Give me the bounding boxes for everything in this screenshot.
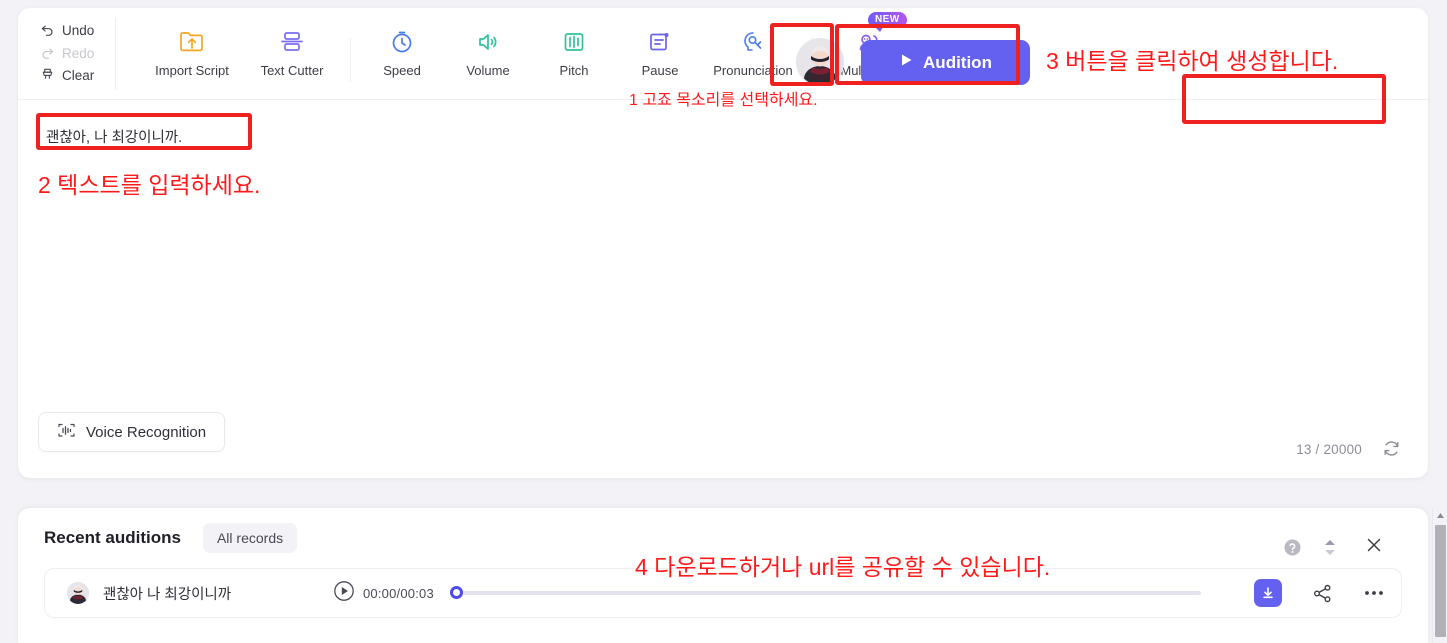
audition-label: Audition bbox=[923, 52, 992, 72]
download-button[interactable] bbox=[1254, 579, 1282, 607]
volume-button[interactable]: Volume bbox=[445, 18, 531, 78]
char-count: 13 / 20000 bbox=[1296, 442, 1362, 457]
row-actions bbox=[1254, 579, 1385, 607]
editor-card: Undo Redo Clear Import Script Text Cutte… bbox=[18, 8, 1428, 478]
text-cutter-label: Text Cutter bbox=[260, 62, 324, 78]
text-cutter-icon bbox=[279, 28, 305, 56]
folder-upload-icon bbox=[178, 28, 206, 56]
text-cutter-button[interactable]: Text Cutter bbox=[242, 18, 342, 78]
pronunciation-icon bbox=[740, 28, 766, 56]
pause-doc-icon bbox=[647, 28, 673, 56]
audition-button[interactable]: Audition bbox=[861, 40, 1030, 85]
pitch-label: Pitch bbox=[559, 62, 589, 78]
voice-recognition-label: Voice Recognition bbox=[86, 423, 207, 441]
share-button[interactable] bbox=[1312, 583, 1333, 604]
undo-icon bbox=[40, 22, 55, 40]
import-script-button[interactable]: Import Script bbox=[142, 18, 242, 78]
time-label: 00:00/00:03 bbox=[363, 585, 434, 601]
share-icon bbox=[1314, 584, 1331, 602]
volume-icon bbox=[475, 28, 501, 56]
script-editor-area[interactable]: 괜찮아, 나 최강이니까. Voice Recognition 13 / 200… bbox=[18, 100, 1428, 477]
speed-button[interactable]: Speed bbox=[359, 18, 445, 78]
import-script-label: Import Script bbox=[155, 62, 229, 78]
clear-button[interactable]: Clear bbox=[40, 67, 115, 85]
annotation-1: 1 고죠 목소리를 선택하세요. bbox=[629, 92, 818, 109]
pitch-button[interactable]: Pitch bbox=[531, 18, 617, 78]
pause-label: Pause bbox=[641, 62, 679, 78]
ellipsis-icon bbox=[1365, 591, 1383, 595]
redo-label: Redo bbox=[62, 45, 95, 61]
annotation-4: 4 다운로드하거나 url를 공유할 수 있습니다. bbox=[635, 554, 1051, 580]
toolbar-divider-1 bbox=[350, 37, 351, 82]
annotation-2: 2 텍스트를 입력하세요. bbox=[38, 172, 261, 198]
import-tools-group: Import Script Text Cutter bbox=[142, 18, 342, 90]
close-icon[interactable] bbox=[1364, 535, 1384, 560]
volume-label: Volume bbox=[466, 62, 510, 78]
play-button[interactable] bbox=[333, 580, 355, 607]
new-badge: NEW bbox=[868, 11, 907, 32]
undo-label: Undo bbox=[62, 23, 95, 39]
all-records-button[interactable]: All records bbox=[202, 523, 298, 553]
row-avatar bbox=[67, 582, 89, 604]
speed-icon bbox=[389, 28, 415, 56]
undo-button[interactable]: Undo bbox=[40, 22, 115, 40]
download-icon bbox=[1263, 587, 1273, 599]
avatar[interactable] bbox=[796, 38, 844, 86]
vertical-scrollbar[interactable] bbox=[1432, 508, 1447, 643]
help-icon[interactable] bbox=[1283, 538, 1302, 562]
pitch-icon bbox=[561, 28, 587, 56]
panel-title: Recent auditions bbox=[44, 528, 181, 547]
seek-knob[interactable] bbox=[450, 586, 463, 599]
script-input[interactable]: 괜찮아, 나 최강이니까. bbox=[46, 126, 182, 147]
clear-label: Clear bbox=[62, 68, 95, 84]
play-triangle-icon bbox=[899, 52, 914, 73]
seek-bar[interactable] bbox=[450, 586, 1201, 600]
voice-params-group: Speed Volume Pitch Pause Pronunciation bbox=[359, 18, 803, 90]
history-group: Undo Redo Clear bbox=[18, 17, 116, 90]
pronunciation-button[interactable]: Pronunciation bbox=[703, 18, 803, 78]
avatar-image bbox=[797, 39, 843, 85]
scrollbar-thumb[interactable] bbox=[1435, 525, 1446, 637]
selected-voice-avatar-wrap[interactable] bbox=[796, 38, 844, 86]
pause-button[interactable]: Pause bbox=[617, 18, 703, 78]
brush-icon bbox=[40, 67, 55, 85]
row-avatar-image bbox=[67, 582, 89, 604]
collapse-toggle-icon[interactable] bbox=[1322, 538, 1338, 562]
redo-button[interactable]: Redo bbox=[40, 45, 115, 63]
redo-icon bbox=[40, 45, 55, 63]
pronunciation-label: Pronunciation bbox=[713, 62, 793, 78]
row-title: 괜찮아 나 최강이니까 bbox=[103, 586, 232, 603]
annotation-3: 3 버튼을 클릭하여 생성합니다. bbox=[1046, 48, 1339, 74]
voice-recognition-button[interactable]: Voice Recognition bbox=[38, 412, 226, 452]
reset-icon[interactable] bbox=[1381, 438, 1402, 464]
seek-track[interactable] bbox=[462, 591, 1201, 595]
scrollbar-up-arrow[interactable] bbox=[1433, 508, 1447, 523]
more-options-button[interactable] bbox=[1363, 589, 1385, 597]
speed-label: Speed bbox=[383, 62, 421, 78]
voice-recognition-icon bbox=[57, 422, 76, 443]
